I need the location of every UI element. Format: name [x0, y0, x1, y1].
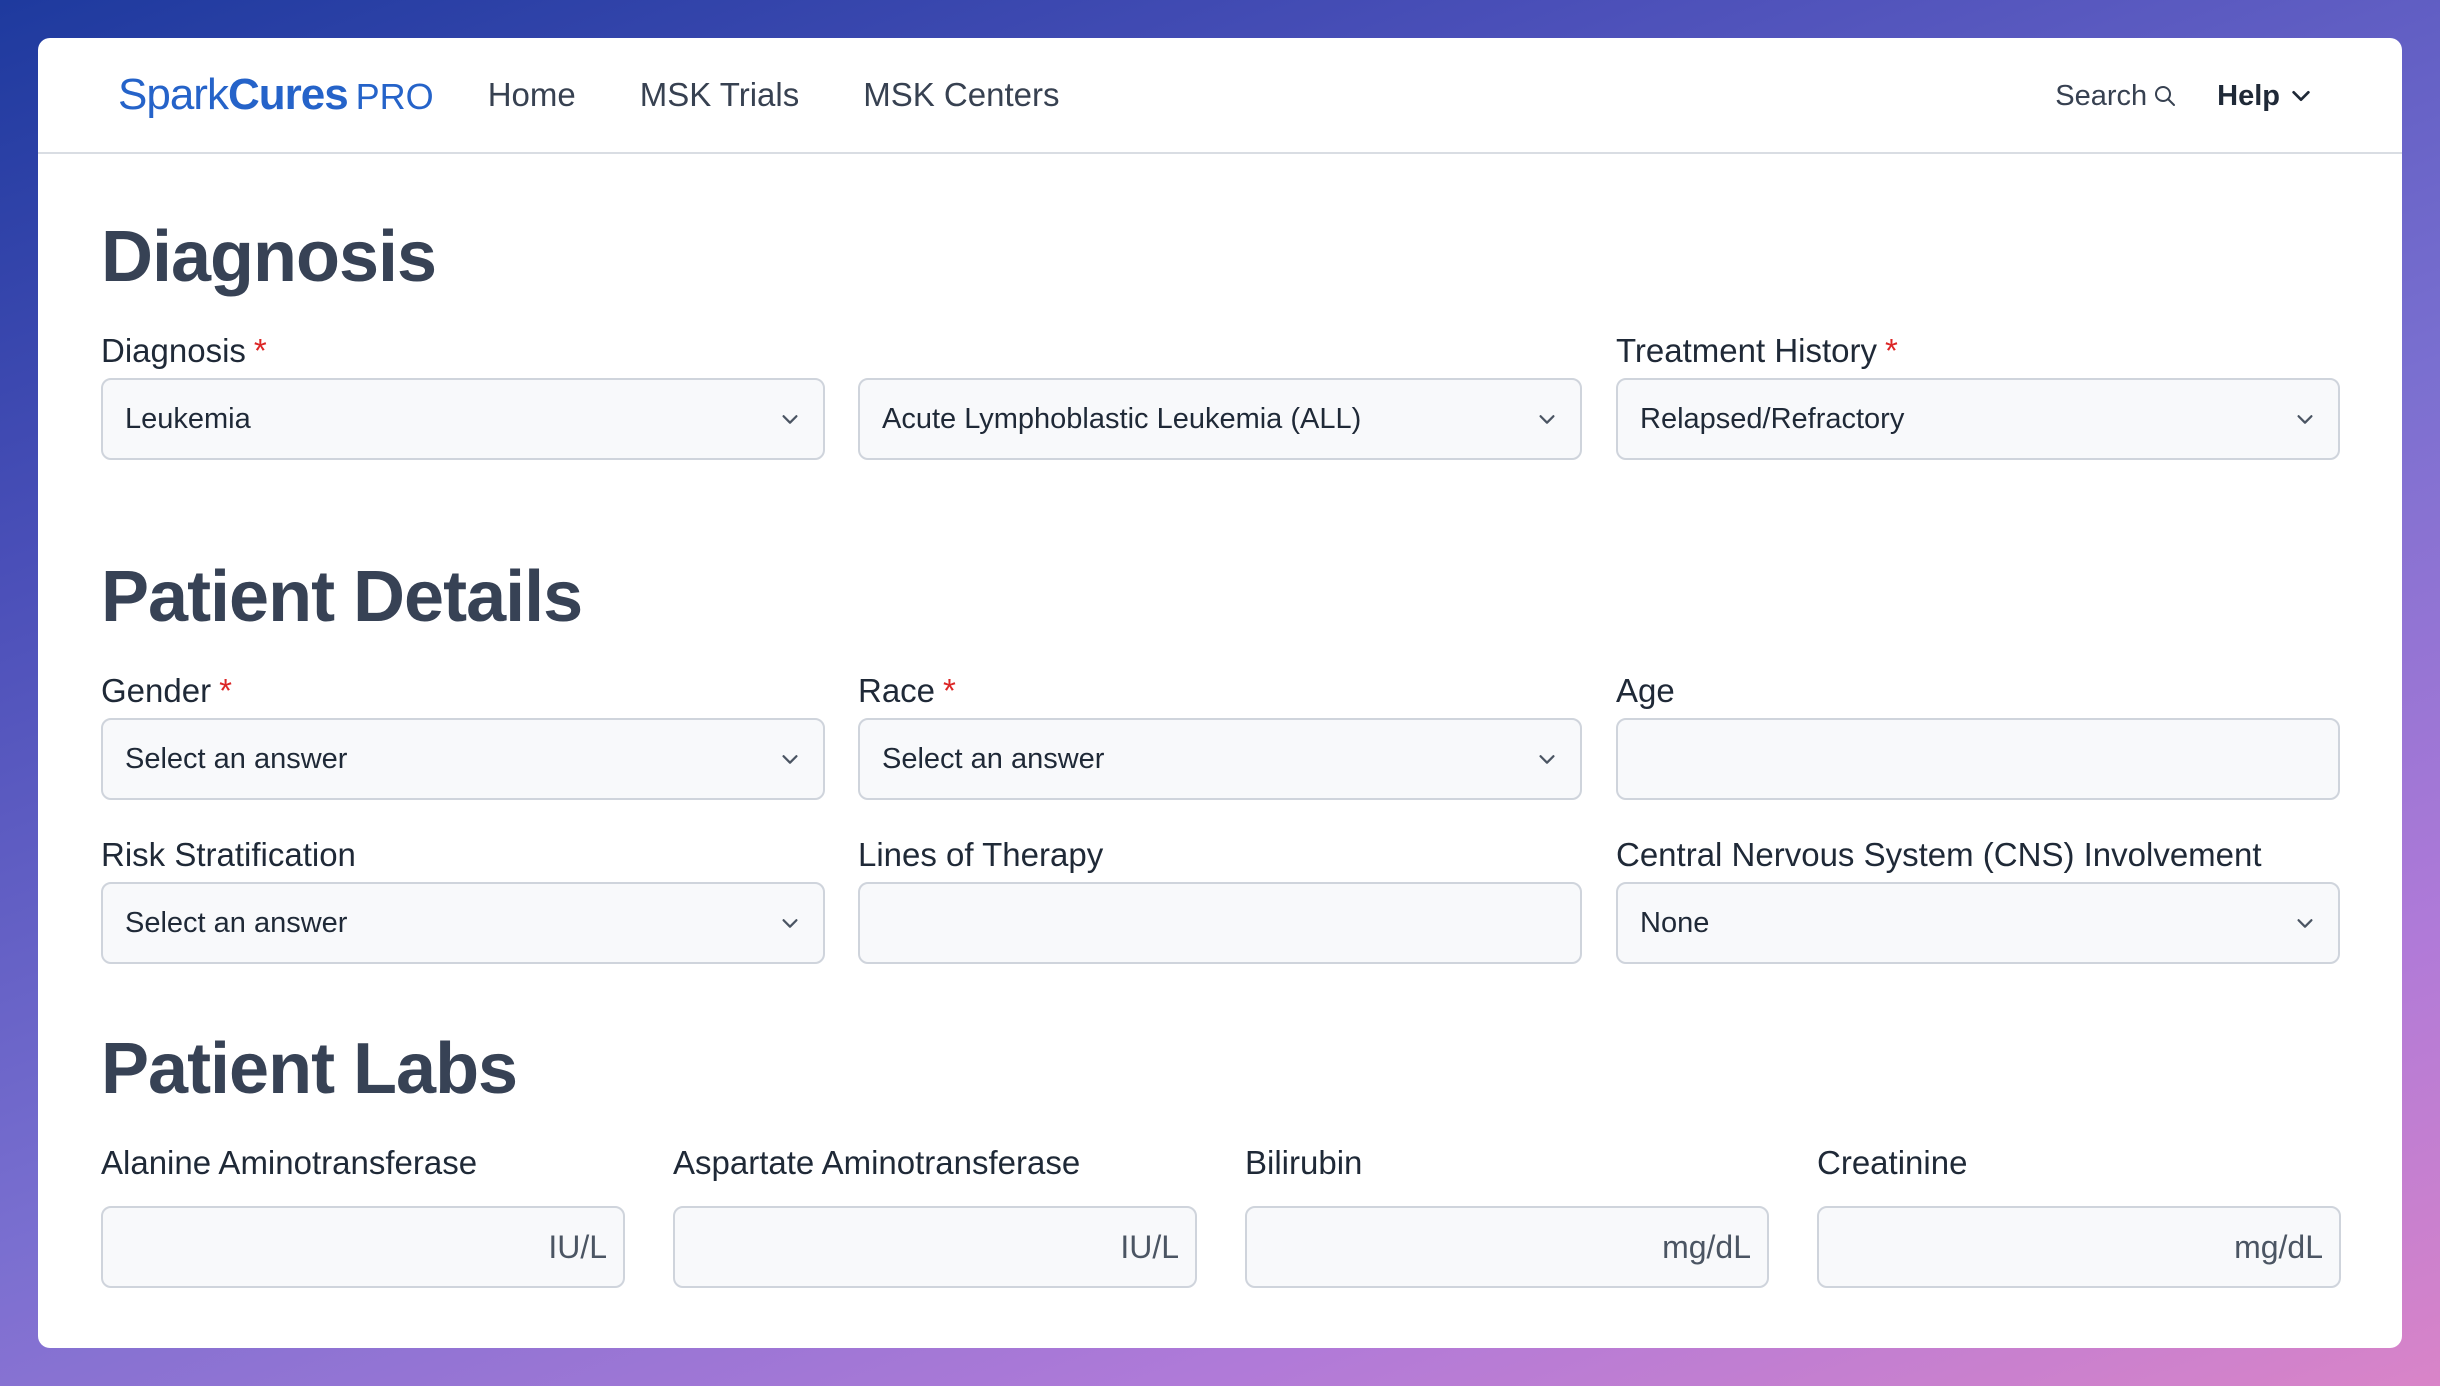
race-label-text: Race — [858, 672, 936, 709]
age-input[interactable] — [1616, 718, 2340, 800]
search-button[interactable]: Search — [2055, 80, 2177, 113]
help-label: Help — [2217, 79, 2280, 112]
search-icon — [2155, 86, 2176, 106]
treatment-history-label: Treatment History * — [1616, 332, 1898, 370]
risk-stratification-label: Risk Stratification — [101, 836, 356, 873]
cns-involvement-value: None — [1640, 906, 1710, 939]
diagnosis-select[interactable]: Leukemia — [101, 378, 825, 460]
risk-stratification-select[interactable]: Select an answer — [101, 882, 825, 964]
required-marker: * — [219, 672, 232, 709]
diagnosis-subtype-value: Acute Lymphoblastic Leukemia (ALL) — [882, 402, 1362, 435]
lines-of-therapy-label: Lines of Therapy — [858, 836, 1104, 873]
logo-spark-text: Spark — [118, 70, 229, 119]
alt-input[interactable]: IU/L — [101, 1206, 625, 1288]
nav-right-group: Search Help — [2055, 38, 2312, 154]
chevron-down-icon — [779, 912, 801, 934]
required-marker: * — [253, 332, 267, 369]
diagnosis-label-text: Diagnosis — [101, 332, 246, 369]
chevron-down-icon — [2294, 912, 2316, 934]
bilirubin-input[interactable]: mg/dL — [1245, 1206, 1769, 1288]
diagnosis-label: Diagnosis * — [101, 332, 267, 370]
ast-input[interactable]: IU/L — [673, 1206, 1197, 1288]
chevron-down-icon — [2292, 90, 2310, 102]
treatment-history-value: Relapsed/Refractory — [1640, 402, 1905, 435]
creatinine-label: Creatinine — [1817, 1144, 1968, 1181]
age-label: Age — [1616, 672, 1675, 709]
ast-unit: IU/L — [1120, 1228, 1179, 1265]
chevron-down-icon — [2294, 408, 2316, 430]
cns-involvement-label: Central Nervous System (CNS) Involvement — [1616, 836, 2262, 873]
creatinine-unit: mg/dL — [2234, 1228, 2323, 1265]
creatinine-input[interactable]: mg/dL — [1817, 1206, 2341, 1288]
main-card: Spark Cures PRO Home MSK Trials MSK Center… — [38, 38, 2402, 1348]
bilirubin-label: Bilirubin — [1245, 1144, 1363, 1181]
gender-select[interactable]: Select an answer — [101, 718, 825, 800]
race-select-value: Select an answer — [882, 742, 1105, 775]
logo-pro-text: PRO — [355, 76, 434, 117]
lines-of-therapy-input[interactable] — [858, 882, 1582, 964]
patient-labs-heading: Patient Labs — [101, 1029, 518, 1109]
required-marker: * — [943, 672, 956, 709]
logo-cures-text: Cures — [227, 70, 349, 119]
nav-link-msk-centers[interactable]: MSK Centers — [863, 76, 1059, 114]
help-menu-button[interactable]: Help — [2217, 80, 2312, 113]
diagnosis-select-value: Leukemia — [125, 402, 251, 435]
sparkcures-logo[interactable]: Spark Cures PRO — [118, 70, 434, 120]
required-marker: * — [1885, 332, 1898, 369]
chevron-down-icon — [779, 748, 801, 770]
gender-label: Gender * — [101, 672, 232, 710]
alt-unit: IU/L — [548, 1228, 607, 1265]
cns-involvement-select[interactable]: None — [1616, 882, 2340, 964]
risk-stratification-value: Select an answer — [125, 906, 348, 939]
treatment-history-select[interactable]: Relapsed/Refractory — [1616, 378, 2340, 460]
top-navbar: Spark Cures PRO Home MSK Trials MSK Center… — [38, 38, 2402, 154]
patient-details-heading: Patient Details — [101, 557, 583, 637]
alt-label: Alanine Aminotransferase — [101, 1144, 478, 1181]
chevron-down-icon — [1536, 748, 1558, 770]
gender-label-text: Gender — [101, 672, 212, 709]
nav-link-home[interactable]: Home — [488, 76, 576, 114]
bilirubin-unit: mg/dL — [1662, 1228, 1751, 1265]
search-label: Search — [2055, 79, 2148, 112]
chevron-down-icon — [779, 408, 801, 430]
treatment-history-label-text: Treatment History — [1616, 332, 1878, 369]
race-label: Race * — [858, 672, 956, 710]
nav-link-msk-trials[interactable]: MSK Trials — [640, 76, 800, 114]
diagnosis-subtype-select[interactable]: Acute Lymphoblastic Leukemia (ALL) — [858, 378, 1582, 460]
gender-select-value: Select an answer — [125, 742, 348, 775]
chevron-down-icon — [1536, 408, 1558, 430]
ast-label: Aspartate Aminotransferase — [673, 1144, 1081, 1181]
diagnosis-heading: Diagnosis — [101, 217, 437, 297]
race-select[interactable]: Select an answer — [858, 718, 1582, 800]
